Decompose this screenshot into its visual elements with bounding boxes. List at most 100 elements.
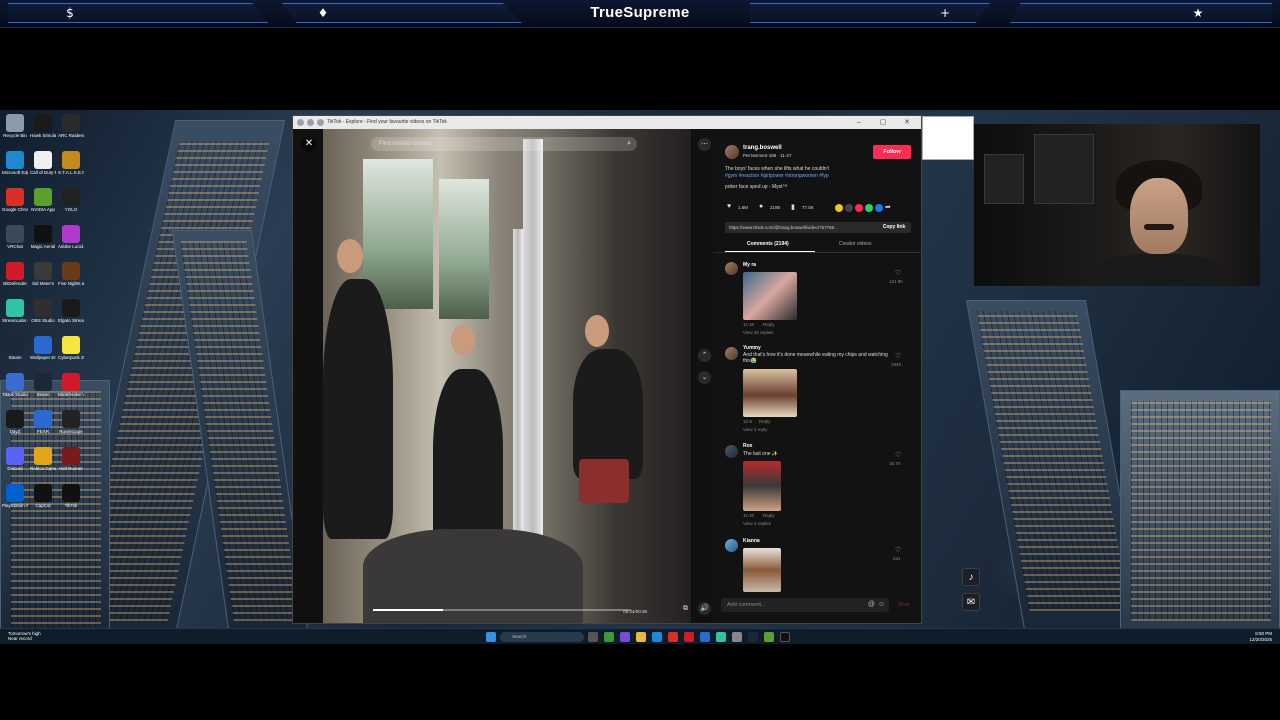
- app-icon[interactable]: [764, 632, 774, 642]
- search-icon[interactable]: ⌕: [627, 137, 631, 151]
- comment-like-icon[interactable]: ♡: [895, 546, 901, 554]
- steam-icon[interactable]: [748, 632, 758, 642]
- copy-link-button[interactable]: Copy link: [877, 222, 911, 233]
- reply-button[interactable]: Reply: [763, 513, 775, 519]
- tab-comments[interactable]: Comments (2194): [747, 241, 789, 247]
- desktop-icon[interactable]: Steam: [30, 373, 56, 397]
- app-icon[interactable]: [684, 632, 694, 642]
- inbox-icon[interactable]: ✉: [962, 593, 980, 611]
- app-icon[interactable]: [620, 632, 630, 642]
- desktop-icon[interactable]: StreamLabs Desktop: [2, 299, 28, 323]
- whatsapp-icon[interactable]: [865, 204, 873, 212]
- desktop-icon[interactable]: DayZ: [2, 410, 28, 434]
- comment-sticker[interactable]: [743, 369, 797, 417]
- desktop-icon[interactable]: Bitdefender VPN: [58, 373, 84, 397]
- related-search-input[interactable]: Find related content ⌕: [371, 137, 637, 151]
- chrome-icon[interactable]: [668, 632, 678, 642]
- desktop-icon[interactable]: Adobe Lucid...: [58, 225, 84, 249]
- desktop-icon[interactable]: Cyberpunk 2077: [58, 336, 84, 360]
- view-replies-link[interactable]: View 1 reply: [743, 427, 767, 433]
- desktop-icon[interactable]: VRChat: [2, 225, 28, 249]
- reply-button[interactable]: Reply: [759, 419, 771, 425]
- next-video-icon[interactable]: ⌄: [698, 371, 711, 384]
- desktop-icon[interactable]: Google Chrome: [2, 188, 28, 212]
- close-window-icon[interactable]: ✕: [901, 116, 913, 129]
- background-window[interactable]: [922, 116, 974, 160]
- comment-like-icon[interactable]: ♡: [895, 451, 901, 459]
- comment-author[interactable]: Kianna: [743, 538, 760, 544]
- desktop-icon[interactable]: Hell Runner: [58, 447, 84, 471]
- volume-icon[interactable]: 🔊: [698, 602, 711, 615]
- start-icon[interactable]: [486, 632, 496, 642]
- desktop-icon[interactable]: Microsoft Edge: [2, 151, 28, 175]
- comment-icon[interactable]: ●: [759, 203, 763, 210]
- author-username[interactable]: trang.boswell: [743, 145, 782, 151]
- desktop-icon[interactable]: Elgato Stream Deck: [58, 299, 84, 323]
- comment-like-icon[interactable]: ♡: [895, 269, 901, 277]
- desktop-icon[interactable]: Hawk Simula...: [30, 114, 56, 138]
- tiktok-icon[interactable]: [780, 632, 790, 642]
- desktop-icon[interactable]: Discord: [2, 447, 28, 471]
- desktop-icon[interactable]: Steam: [2, 336, 28, 360]
- taskbar-search[interactable]: Search: [500, 632, 584, 642]
- comment-sticker[interactable]: [743, 461, 781, 511]
- desktop-icon[interactable]: Wallpaper Engine: [30, 336, 56, 360]
- minimize-icon[interactable]: –: [853, 116, 865, 129]
- forward-icon[interactable]: [307, 119, 314, 126]
- desktop-icon[interactable]: OBS Studio: [30, 299, 56, 323]
- desktop-icon[interactable]: PlayStation Accessories: [2, 484, 28, 508]
- task-view-icon[interactable]: [588, 632, 598, 642]
- reload-icon[interactable]: [317, 119, 324, 126]
- desktop-icon[interactable]: Roblox Game...: [30, 447, 56, 471]
- tiktok-app-icon[interactable]: ♪: [962, 568, 980, 586]
- comment-avatar[interactable]: [725, 539, 738, 552]
- desktop-icon[interactable]: RuneScape: [58, 410, 84, 434]
- post-hashtags[interactable]: #gym #reaction #girlpower #strongwomen #…: [725, 173, 911, 179]
- desktop-icon[interactable]: BitDefender: [2, 262, 28, 286]
- edge-icon[interactable]: [652, 632, 662, 642]
- video-player[interactable]: Find related content ⌕ 00:24/00:38: [323, 129, 691, 623]
- weather-widget[interactable]: Tomorrow's high Near record: [8, 631, 41, 641]
- more-options-icon[interactable]: ⋯: [698, 138, 711, 151]
- desktop-icon[interactable]: Call of Duty Modern...: [30, 151, 56, 175]
- embed-icon[interactable]: [845, 204, 853, 212]
- maximize-icon[interactable]: ▢: [877, 116, 889, 129]
- author-avatar[interactable]: [725, 145, 739, 159]
- comment-like-icon[interactable]: ♡: [895, 352, 901, 360]
- close-video-icon[interactable]: ✕: [301, 136, 317, 152]
- share-arrow-icon[interactable]: ➦: [885, 203, 891, 211]
- desktop-icon[interactable]: Five Nights at Freddy's: [58, 262, 84, 286]
- facebook-icon[interactable]: [875, 204, 883, 212]
- streamlabs-icon[interactable]: [716, 632, 726, 642]
- desktop-icon[interactable]: Magic Aerial: [30, 225, 56, 249]
- system-clock[interactable]: 8:50 PM 12/20/2025: [1249, 631, 1272, 642]
- post-music[interactable]: poker face sped up - Myst™: [725, 184, 911, 190]
- comment-author[interactable]: Yummy: [743, 345, 761, 351]
- view-replies-link[interactable]: View 4 replies: [743, 521, 771, 527]
- view-replies-link[interactable]: View 45 replies: [743, 330, 773, 336]
- desktop-icon[interactable]: FEAR: [30, 410, 56, 434]
- back-icon[interactable]: [297, 119, 304, 126]
- comment-avatar[interactable]: [725, 347, 738, 360]
- emoji-icon[interactable]: ☺: [878, 598, 885, 612]
- video-progress-bar[interactable]: [373, 609, 631, 611]
- comment-avatar[interactable]: [725, 262, 738, 275]
- file-explorer-icon[interactable]: [636, 632, 646, 642]
- app-icon[interactable]: [604, 632, 614, 642]
- comment-author[interactable]: My ra: [743, 262, 756, 268]
- desktop-icon[interactable]: Sid Meier's: [30, 262, 56, 286]
- comment-sticker[interactable]: [743, 548, 781, 592]
- app-icon[interactable]: [700, 632, 710, 642]
- add-comment-input[interactable]: Add comment... @ ☺: [721, 598, 889, 612]
- desktop-icon[interactable]: TikTok: [58, 484, 84, 508]
- desktop-icon[interactable]: CapCut: [30, 484, 56, 508]
- desktop-icon[interactable]: Recycle Bin: [2, 114, 28, 138]
- desktop-icon[interactable]: Tiktok Studio: [2, 373, 28, 397]
- desktop-icon[interactable]: NVIDIA App: [30, 188, 56, 212]
- picture-in-picture-icon[interactable]: ⧉: [679, 602, 692, 615]
- share-icon[interactable]: [835, 204, 843, 212]
- post-comment-button[interactable]: Post: [893, 598, 915, 612]
- comment-avatar[interactable]: [725, 445, 738, 458]
- tab-creator-videos[interactable]: Creator videos: [839, 241, 872, 247]
- previous-video-icon[interactable]: ⌃: [698, 349, 711, 362]
